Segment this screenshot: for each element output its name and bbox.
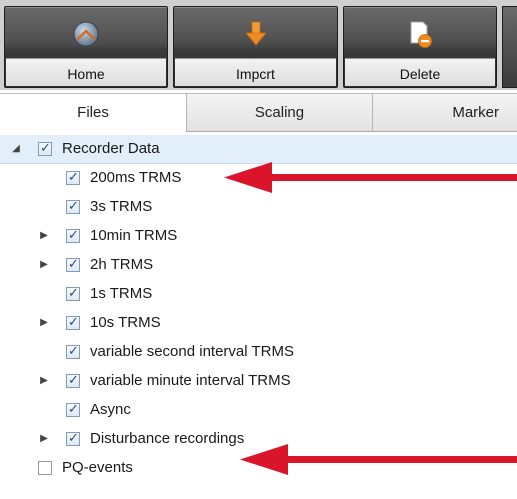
collapsed-triangle-icon[interactable]: ▶ (38, 230, 50, 242)
tree-label: 10s TRMS (90, 314, 161, 331)
tree-label: 1s TRMS (90, 285, 153, 302)
home-button-label: Home (67, 66, 105, 82)
checkmark-icon: ✓ (68, 227, 79, 242)
import-button[interactable]: Impcrt (173, 6, 338, 88)
import-button-label: Impcrt (236, 66, 275, 82)
collapsed-triangle-icon[interactable]: ▶ (38, 259, 50, 271)
delete-button[interactable]: Delete (343, 6, 497, 88)
checkmark-icon: ✓ (68, 169, 79, 184)
checkbox-variable-second-interval-trms[interactable]: ✓ (66, 343, 80, 359)
checkbox-1s-trms[interactable]: ✓ (66, 285, 80, 301)
checkbox-10s-trms[interactable]: ✓ (66, 314, 80, 330)
checkbox-async[interactable]: ✓ (66, 401, 80, 417)
checkbox-variable-minute-interval-trms[interactable]: ✓ (66, 372, 80, 388)
tree-row-1s-trms[interactable]: ✓ 1s TRMS (0, 280, 517, 309)
checkmark-icon: ✓ (68, 256, 79, 271)
collapsed-triangle-icon[interactable]: ▶ (38, 317, 50, 329)
tree-label-recorder-data: Recorder Data (62, 140, 160, 157)
tree-label: Disturbance recordings (90, 430, 245, 447)
checkbox-200ms-trms[interactable]: ✓ (66, 169, 80, 185)
tree-row-2h-trms[interactable]: ▶ ✓ 2h TRMS (0, 251, 517, 280)
collapsed-triangle-icon[interactable]: ▶ (38, 433, 50, 445)
tree-row-10s-trms[interactable]: ▶ ✓ 10s TRMS (0, 309, 517, 338)
checkbox-2h-trms[interactable]: ✓ (66, 256, 80, 272)
checkbox-pq-events[interactable] (38, 461, 52, 475)
tree-row-pq-events[interactable]: PQ-events (0, 454, 517, 483)
delete-button-label: Delete (399, 66, 441, 82)
checkmark-icon: ✓ (68, 343, 79, 358)
tab-scaling[interactable]: Scaling (187, 94, 373, 131)
checkmark-icon: ✓ (68, 430, 79, 445)
app-window: Home Impcrt Delete Files Scaling Marker (0, 0, 517, 499)
tree-row-3s-trms[interactable]: ✓ 3s TRMS (0, 193, 517, 222)
tab-strip: Files Scaling Marker (0, 93, 517, 132)
import-arrow-icon (244, 21, 267, 46)
tree-label: 2h TRMS (90, 256, 154, 273)
checkmark-icon: ✓ (68, 372, 79, 387)
checkmark-icon: ✓ (68, 198, 79, 213)
tree-label: 200ms TRMS (90, 169, 182, 186)
expanded-triangle-icon[interactable]: ◢ (10, 143, 22, 155)
tree-label: Async (90, 401, 131, 418)
tab-marker[interactable]: Marker (373, 94, 517, 131)
tree-row-disturbance-recordings[interactable]: ▶ ✓ Disturbance recordings (0, 425, 517, 454)
checkmark-icon: ✓ (68, 314, 79, 329)
tree-label: variable second interval TRMS (90, 343, 294, 360)
tree-row-recorder-data[interactable]: ◢ ✓ Recorder Data (0, 135, 517, 164)
checkbox-recorder-data[interactable]: ✓ (38, 140, 52, 156)
home-button[interactable]: Home (4, 6, 168, 88)
collapsed-triangle-icon[interactable]: ▶ (38, 375, 50, 387)
toolbar: Home Impcrt Delete (0, 0, 517, 90)
tree-row-variable-second-interval-trms[interactable]: ✓ variable second interval TRMS (0, 338, 517, 367)
tree-label: PQ-events (62, 459, 133, 476)
tree-label: 3s TRMS (90, 198, 153, 215)
tree-label: 10min TRMS (90, 227, 178, 244)
tree-label: variable minute interval TRMS (90, 372, 291, 389)
checkmark-icon: ✓ (40, 140, 51, 155)
tree-row-200ms-trms[interactable]: ✓ 200ms TRMS (0, 164, 517, 193)
tree-row-async[interactable]: ✓ Async (0, 396, 517, 425)
checkbox-10min-trms[interactable]: ✓ (66, 227, 80, 243)
tab-files[interactable]: Files (0, 94, 187, 132)
delete-document-icon (410, 21, 432, 48)
checkmark-icon: ✓ (68, 285, 79, 300)
checkmark-icon: ✓ (68, 401, 79, 416)
tree-row-variable-minute-interval-trms[interactable]: ▶ ✓ variable minute interval TRMS (0, 367, 517, 396)
checkbox-disturbance-recordings[interactable]: ✓ (66, 430, 80, 446)
home-icon (73, 21, 99, 47)
tree-row-10min-trms[interactable]: ▶ ✓ 10min TRMS (0, 222, 517, 251)
checkbox-3s-trms[interactable]: ✓ (66, 198, 80, 214)
toolbar-overflow-button[interactable] (502, 6, 517, 88)
